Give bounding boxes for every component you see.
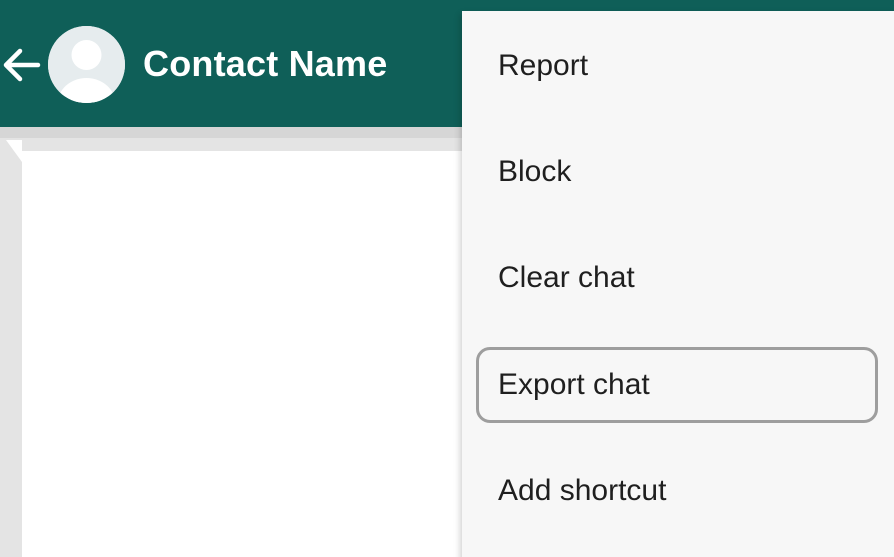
whatsapp-chat-screen: Contact Name Report Block Clear chat Exp… — [0, 0, 894, 557]
menu-item-label: Clear chat — [498, 261, 635, 294]
menu-item-label: Export chat — [498, 368, 650, 401]
avatar[interactable] — [48, 26, 125, 103]
arrow-left-icon — [3, 48, 41, 82]
contact-name[interactable]: Contact Name — [143, 40, 387, 88]
back-button[interactable] — [0, 44, 42, 86]
message-bubble-tail — [6, 140, 22, 162]
menu-item-label: Report — [498, 49, 589, 82]
overflow-menu: Report Block Clear chat Export chat Add … — [462, 11, 894, 557]
menu-item-label: Block — [498, 155, 572, 188]
menu-item-add-shortcut[interactable]: Add shortcut — [462, 438, 894, 544]
menu-item-block[interactable]: Block — [462, 119, 894, 225]
menu-item-clear-chat[interactable]: Clear chat — [462, 225, 894, 331]
default-avatar-icon — [48, 26, 125, 103]
menu-item-report[interactable]: Report — [462, 13, 894, 119]
menu-item-label: Add shortcut — [498, 474, 667, 507]
menu-item-export-chat[interactable]: Export chat — [476, 347, 878, 423]
